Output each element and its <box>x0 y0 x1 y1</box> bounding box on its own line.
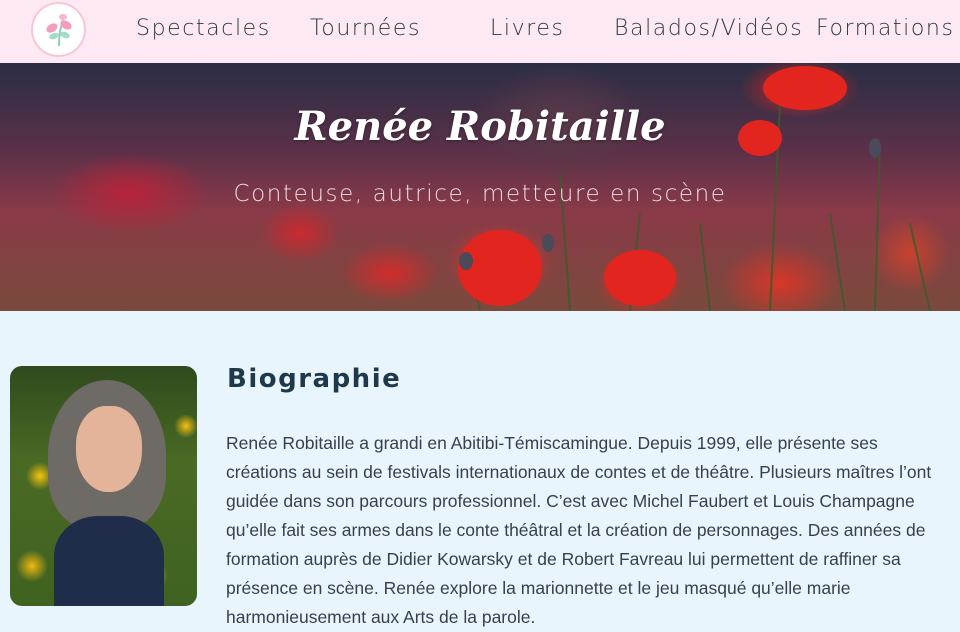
nav-item-tournees[interactable]: Tournées <box>310 16 421 41</box>
hero-title: Renée Robitaille <box>294 103 666 150</box>
nav-item-balados-videos[interactable]: Balados/Vidéos <box>614 16 803 41</box>
hero-banner: Renée Robitaille Conteuse, autrice, mett… <box>0 63 960 311</box>
flower-logo-icon[interactable] <box>31 2 86 57</box>
portrait-body <box>54 516 164 606</box>
nav-item-livres[interactable]: Livres <box>490 16 565 41</box>
bio-text: Renée Robitaille a grandi en Abitibi-Tém… <box>226 433 932 627</box>
hero-subtitle: Conteuse, autrice, metteure en scène <box>233 181 727 207</box>
nav-item-formations[interactable]: Formations <box>816 16 955 41</box>
portrait-face <box>76 406 142 492</box>
nav-item-spectacles[interactable]: Spectacles <box>136 16 271 41</box>
bio-heading: Biographie <box>227 364 402 394</box>
portrait-photo <box>10 366 197 606</box>
top-navbar: Spectacles Tournées Livres Balados/Vidéo… <box>0 0 960 63</box>
